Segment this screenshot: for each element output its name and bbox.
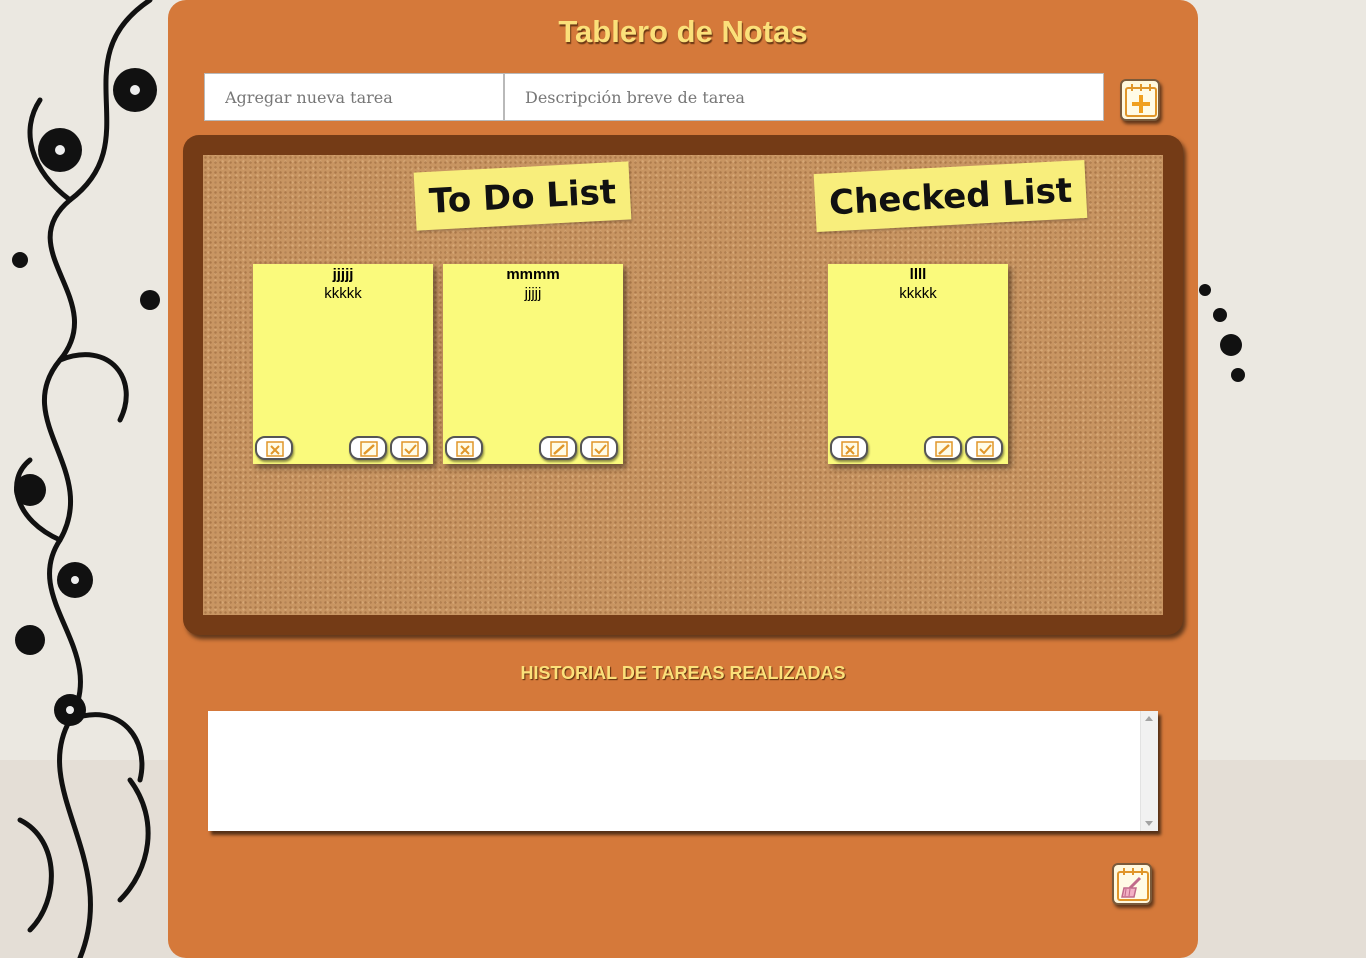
delete-note-button[interactable] [255,436,293,460]
note-title: llll [909,266,927,283]
history-title: HISTORIAL DE TAREAS REALIZADAS [520,663,846,683]
clear-history-button[interactable] [1112,863,1152,905]
todo-note: mmmm jjjjj [443,264,623,464]
delete-calendar-icon [456,441,474,457]
delete-note-button[interactable] [445,436,483,460]
edit-calendar-icon [360,441,378,457]
edit-calendar-icon [550,441,568,457]
delete-note-button[interactable] [830,436,868,460]
edit-note-button[interactable] [349,436,387,460]
check-calendar-icon [976,441,994,457]
check-note-button[interactable] [390,436,428,460]
check-note-button[interactable] [965,436,1003,460]
note-description: kkkkk [899,285,937,302]
cork-board-frame: To Do List Checked List jjjjj kkkkk mmmm [183,135,1183,635]
add-task-button[interactable] [1120,79,1160,121]
floral-vine-decoration [12,0,160,958]
checked-note: llll kkkkk [828,264,1008,464]
scroll-down-arrow-icon[interactable] [1145,821,1153,826]
delete-calendar-icon [841,441,859,457]
note-description: kkkkk [324,285,362,302]
task-name-input[interactable] [204,73,504,121]
check-note-button[interactable] [580,436,618,460]
dots-decoration [1199,284,1245,382]
calendar-broom-icon [1117,868,1149,901]
todo-note: jjjjj kkkkk [253,264,433,464]
task-description-input[interactable] [504,73,1104,121]
cork-board: To Do List Checked List jjjjj kkkkk mmmm [203,155,1163,615]
history-scrollbar[interactable] [1140,711,1158,831]
check-calendar-icon [591,441,609,457]
calendar-plus-icon [1125,84,1157,117]
edit-note-button[interactable] [539,436,577,460]
history-log[interactable] [208,711,1158,831]
todo-list-label: To Do List [413,161,632,231]
page-title: Tablero de Notas [558,14,808,49]
scroll-up-arrow-icon[interactable] [1145,716,1153,721]
note-title: mmmm [506,266,560,283]
note-description: jjjjj [524,285,542,302]
edit-note-button[interactable] [924,436,962,460]
delete-calendar-icon [266,441,284,457]
note-title: jjjjj [332,266,354,283]
edit-calendar-icon [935,441,953,457]
notes-panel: Tablero de Notas To Do List Checked List… [168,0,1198,958]
check-calendar-icon [401,441,419,457]
checked-list-label: Checked List [813,159,1088,233]
